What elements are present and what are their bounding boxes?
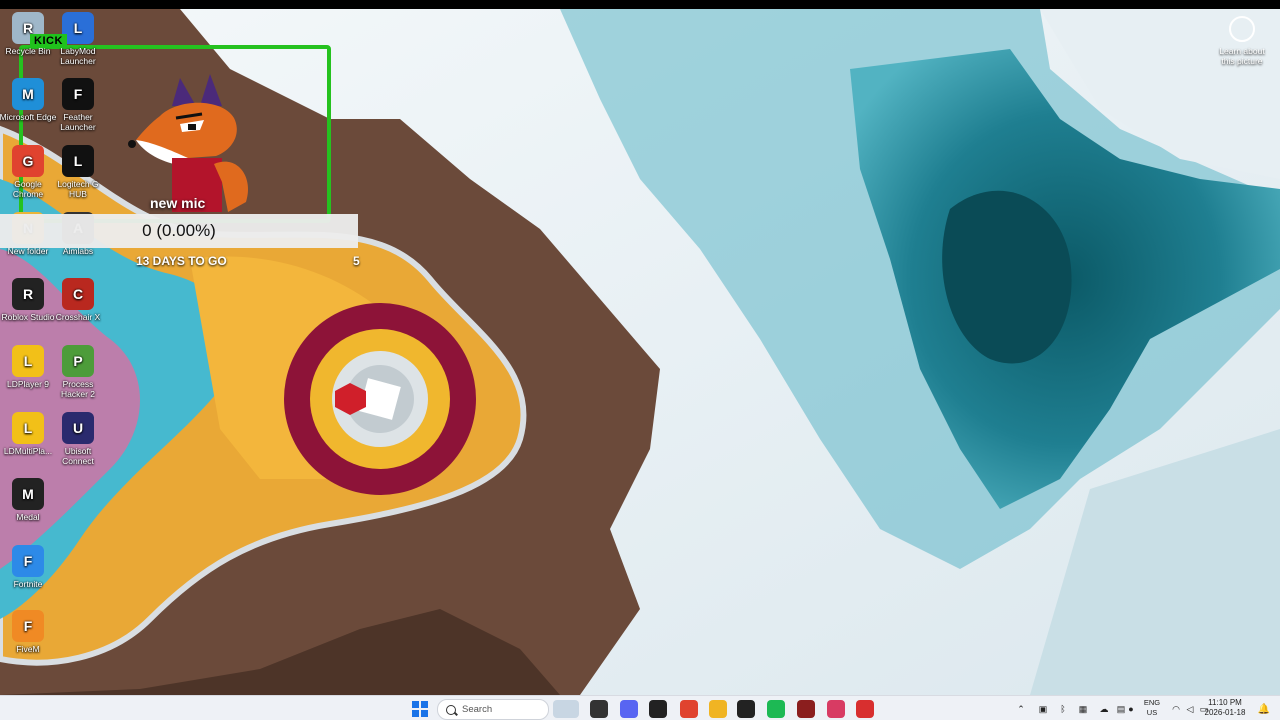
desktop-icon-label: LabyMod Launcher [60,46,96,66]
desktop-icon-label: Medal [16,512,40,522]
ldmultiplayer-icon: L [12,412,44,444]
process-hacker-icon: P [62,345,94,377]
desktop-icon-logitech[interactable]: L Logitech G HUB [49,145,107,199]
nvidia-icon[interactable]: ▣ [1036,700,1050,718]
goal-marker: 5 [353,254,360,268]
taskbar-github-icon[interactable] [737,700,755,718]
goal-progress-bar: 0 (0.00%) [0,214,358,248]
roblox-icon: R [12,278,44,310]
clock-date: 2026-01-18 [1204,708,1246,717]
desktop-icon-fivem[interactable]: F FiveM [0,610,57,654]
ubisoft-icon: U [62,412,94,444]
desktop-icon-label: Logitech G HUB [57,179,99,199]
windows-start-icon[interactable] [411,700,429,718]
taskbar-widgets-icon[interactable] [553,700,579,718]
desktop-icon-label: Feather Launcher [60,112,96,132]
language-code: ENG [1143,698,1161,707]
keyboard-region: US [1146,708,1158,717]
taskbar-spotify-icon[interactable] [767,700,785,718]
stream-title: new mic [150,195,206,211]
taskbar-medal-icon[interactable] [797,700,815,718]
taskbar-file-explorer-icon[interactable] [590,700,608,718]
app-tray-icon[interactable]: ▦ [1076,700,1090,718]
desktop-icon-medal[interactable]: M Medal [0,478,57,522]
fortnite-icon: F [12,545,44,577]
wifi-icon[interactable]: ◠ [1170,700,1182,718]
desktop-icon-label: FiveM [16,644,40,654]
countdown-text: 13 DAYS TO GO [136,254,227,268]
top-black-bar [0,0,1280,9]
medal-icon: M [12,478,44,510]
taskbar-snipping-tool-icon[interactable] [827,700,845,718]
chevron-up-icon[interactable]: ⌃ [1014,700,1028,718]
desktop-icon-fortnite[interactable]: F Fortnite [0,545,57,589]
language-indicator[interactable]: ENG US [1138,698,1166,718]
desktop-icon-process-hacker[interactable]: P Process Hacker 2 [49,345,107,399]
volume-icon[interactable]: ◁ [1184,700,1196,718]
learn-about-label: Learn about this picture [1219,46,1265,66]
desktop-icon-label: Fortnite [13,579,43,589]
crosshair-icon: C [62,278,94,310]
taskbar: Search ⌃ ▣ ᛒ ▦ ☁ ▤ ● ENG US ◠ ◁ ▭ 11:10 PM 2026-… [0,695,1280,720]
bluetooth-icon[interactable]: ᛒ [1056,700,1070,718]
learn-about-picture[interactable]: Learn about this picture [1214,16,1270,66]
taskbar-record-icon[interactable] [856,700,874,718]
taskbar-chrome-canary-icon[interactable] [709,700,727,718]
desktop-icon-ubisoft[interactable]: U Ubisoft Connect [49,412,107,466]
fox-mascot-icon [128,74,249,212]
clock[interactable]: 11:10 PM 2026-01-18 [1202,698,1248,718]
search-icon [446,704,456,715]
desktop-icon-label: Crosshair X [55,312,101,322]
edge-icon: M [12,78,44,110]
chrome-icon: G [12,145,44,177]
logitech-icon: L [62,145,94,177]
fivem-icon: F [12,610,44,642]
mic-icon[interactable]: ● [1124,700,1138,718]
notification-bell-icon[interactable]: 🔔 [1255,700,1273,718]
taskbar-epic-games-icon[interactable] [649,700,667,718]
onedrive-icon[interactable]: ☁ [1097,700,1111,718]
desktop: KICK new mic 0 (0.00%) 13 DAYS TO GO 5 R… [0,0,1280,720]
desktop-icon-crosshair[interactable]: C Crosshair X [49,278,107,322]
taskbar-search[interactable]: Search [437,699,549,720]
desktop-icon-label: Ubisoft Connect [62,446,94,466]
desktop-icon-label: Process Hacker 2 [60,379,95,399]
search-placeholder: Search [462,704,493,715]
taskbar-chrome-icon[interactable] [680,700,698,718]
desktop-icon-feather[interactable]: F Feather Launcher [49,78,107,132]
ldplayer-icon: L [12,345,44,377]
kick-badge: KICK [30,34,67,48]
feather-icon: F [62,78,94,110]
clock-time: 11:10 PM [1208,698,1242,707]
taskbar-discord-icon[interactable] [620,700,638,718]
camera-info-icon [1229,16,1255,42]
goal-progress-text: 0 (0.00%) [142,221,216,240]
